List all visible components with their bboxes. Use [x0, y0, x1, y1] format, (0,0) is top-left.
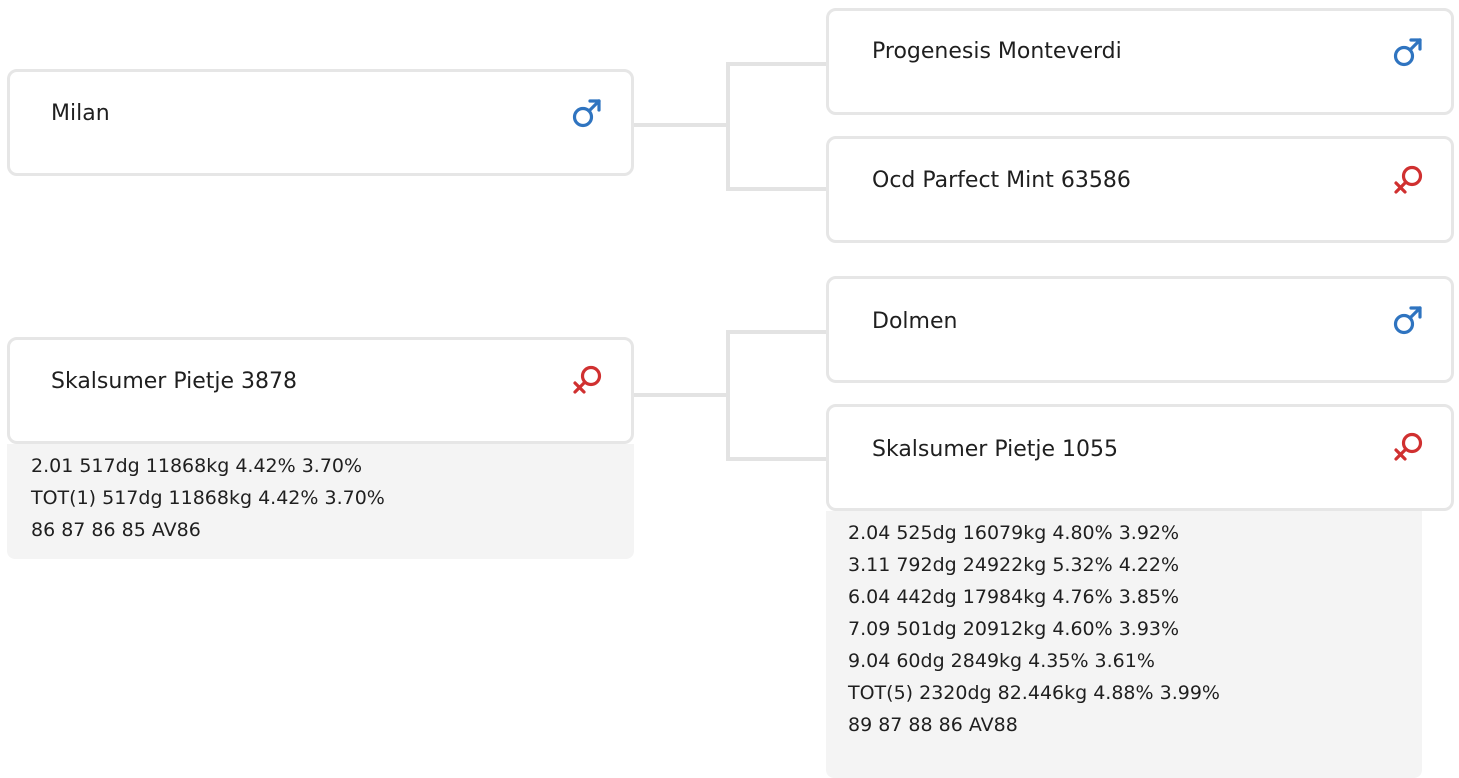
stat-line: 6.04 442dg 17984kg 4.76% 3.85%	[848, 586, 1180, 608]
animal-name: Milan	[51, 101, 110, 126]
connector-dam-dam	[726, 457, 829, 461]
animal-name: Ocd Parfect Mint 63586	[872, 168, 1131, 193]
male-icon	[1391, 35, 1425, 69]
stat-line: 86 87 86 85 AV86	[31, 519, 201, 541]
connector-dam	[631, 393, 730, 397]
connector-sire-dam	[726, 187, 829, 191]
node-dam-sire[interactable]: Dolmen	[826, 276, 1454, 383]
connector-sire	[631, 123, 730, 127]
stat-line: TOT(5) 2320dg 82.446kg 4.88% 3.99%	[848, 682, 1220, 704]
node-dam[interactable]: Skalsumer Pietje 3878	[7, 337, 634, 444]
node-sire-dam[interactable]: Ocd Parfect Mint 63586	[826, 136, 1454, 243]
node-dam-dam[interactable]: Skalsumer Pietje 1055	[826, 404, 1454, 511]
connector-sire-sire	[726, 62, 829, 66]
stat-line: 2.01 517dg 11868kg 4.42% 3.70%	[31, 455, 363, 477]
animal-name: Skalsumer Pietje 3878	[51, 369, 298, 394]
production-stats: 2.04 525dg 16079kg 4.80% 3.92% 3.11 792d…	[826, 511, 1422, 778]
stat-line: 3.11 792dg 24922kg 5.32% 4.22%	[848, 554, 1180, 576]
stat-line: TOT(1) 517dg 11868kg 4.42% 3.70%	[31, 487, 385, 509]
node-sire[interactable]: Milan	[7, 69, 634, 176]
female-icon	[1391, 163, 1425, 197]
connector-sire-vertical	[726, 62, 730, 191]
male-icon	[1391, 303, 1425, 337]
stat-line: 89 87 88 86 AV88	[848, 714, 1018, 736]
connector-dam-sire	[726, 330, 829, 334]
animal-name: Dolmen	[872, 309, 958, 334]
animal-name: Progenesis Monteverdi	[872, 39, 1122, 64]
production-stats: 2.01 517dg 11868kg 4.42% 3.70% TOT(1) 51…	[7, 444, 634, 559]
stat-line: 7.09 501dg 20912kg 4.60% 3.93%	[848, 618, 1180, 640]
animal-name: Skalsumer Pietje 1055	[872, 437, 1119, 462]
female-icon	[570, 363, 604, 397]
male-icon	[570, 96, 604, 130]
node-sire-sire[interactable]: Progenesis Monteverdi	[826, 8, 1454, 115]
stat-line: 9.04 60dg 2849kg 4.35% 3.61%	[848, 650, 1155, 672]
female-icon	[1391, 430, 1425, 464]
connector-dam-vertical	[726, 330, 730, 461]
stat-line: 2.04 525dg 16079kg 4.80% 3.92%	[848, 522, 1180, 544]
